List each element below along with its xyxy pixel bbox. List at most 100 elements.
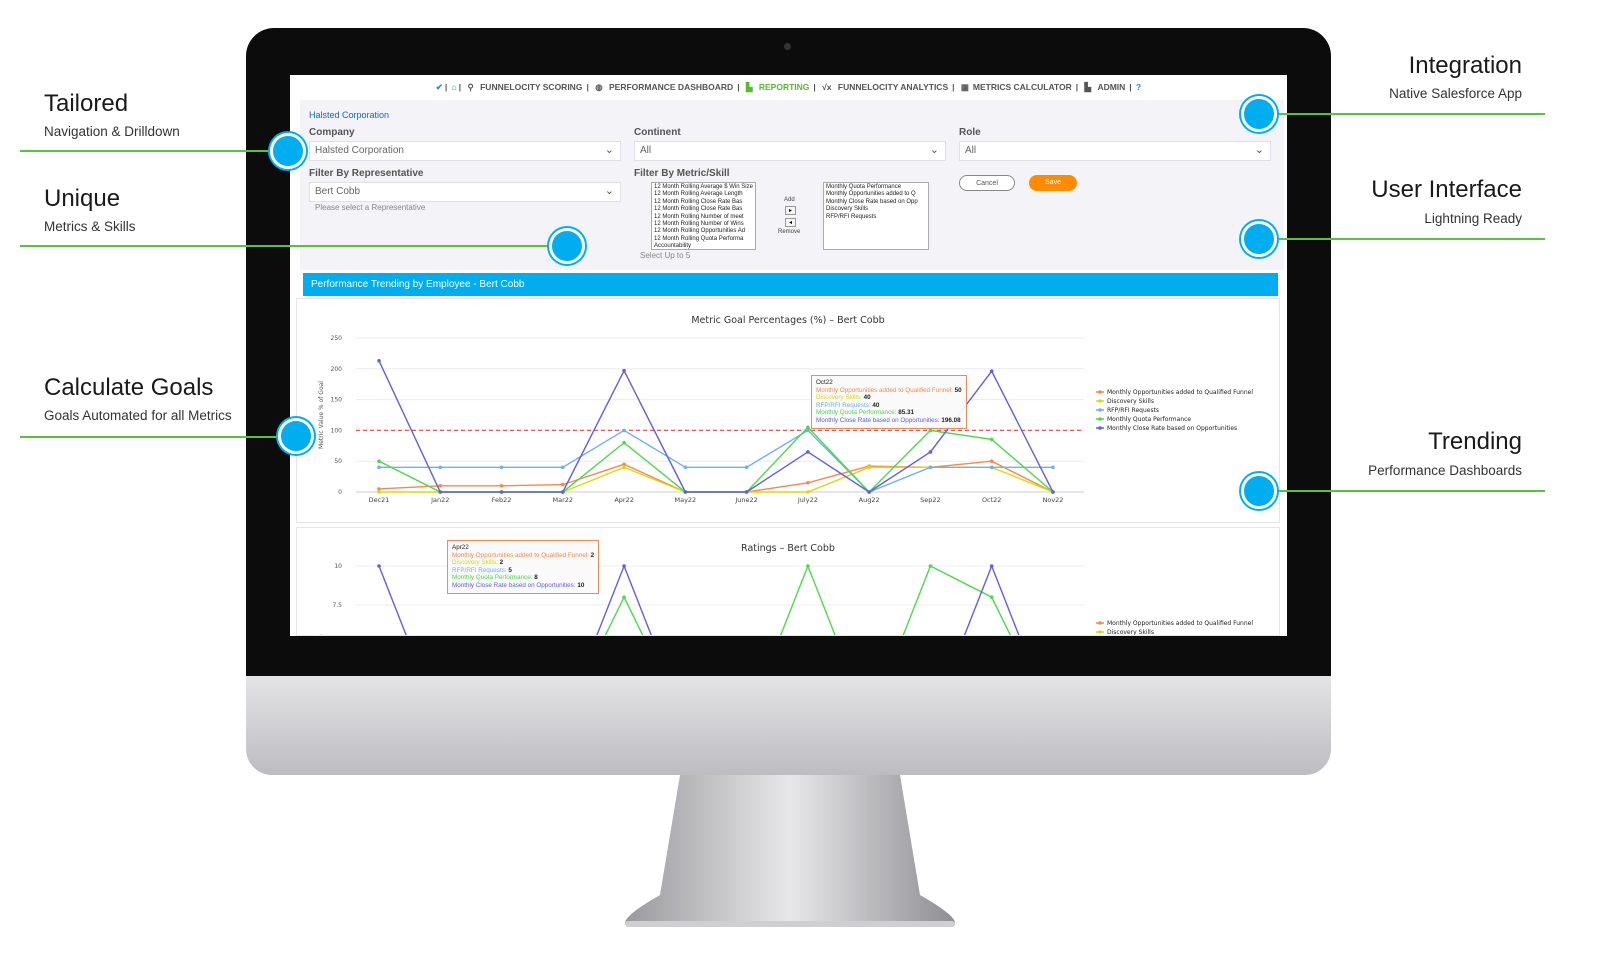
data-point [989, 437, 994, 442]
x-tick-label: Mar22 [553, 496, 574, 504]
data-point [499, 484, 504, 488]
continent-select[interactable]: All ⌄ [634, 141, 946, 161]
hotspot-marker[interactable] [549, 228, 585, 264]
data-point [377, 459, 381, 463]
company-select[interactable]: Halsted Corporation ⌄ [309, 141, 621, 161]
callout-subtitle: Performance Dashboards [1368, 463, 1522, 478]
nav-reporting[interactable]: ▙ REPORTING [744, 82, 811, 92]
tooltip-value: 2 [499, 559, 504, 567]
ratings-chart: Ratings – Bert Cobb7.510RatingDec21Jan22… [318, 543, 1253, 635]
breadcrumb[interactable]: Halsted Corporation [309, 110, 389, 120]
available-metrics-list[interactable]: 12 Month Rolling Average $ Win Size 12 Mo… [651, 182, 756, 250]
legend-label: Discovery Skills [1107, 398, 1154, 405]
x-tick-label: Sep22 [920, 496, 941, 504]
representative-select[interactable]: Bert Cobb ⌄ [309, 182, 621, 202]
section-header: Performance Trending by Employee - Bert … [303, 273, 1278, 296]
x-tick-label: Aug22 [859, 496, 880, 504]
nav-metrics-calculator[interactable]: ▦ METRICS CALCULATOR [959, 82, 1074, 92]
list-option[interactable]: 12 Month Rolling Average $ Win Size [654, 184, 753, 191]
tooltip-series: RFP/RFI Requests [452, 566, 505, 574]
bar-chart-icon: ▙ [1084, 82, 1092, 92]
list-option[interactable]: Monthly Quota Performance [826, 184, 926, 191]
dashboard-icon: ◍ [595, 82, 603, 92]
data-point [806, 564, 810, 568]
tooltip-series: Monthly Opportunities added to Qualified… [816, 386, 952, 394]
tooltip-series: Monthly Close Rate based on Opportunitie… [816, 416, 938, 424]
x-tick-label: Oct22 [982, 496, 1002, 504]
add-button[interactable]: ▸ [785, 206, 796, 215]
nav-funnelocity-scoring[interactable]: ⚲ FUNNELOCITY SCORING [466, 82, 585, 92]
tooltip-series: RFP/RFI Requests [816, 401, 869, 409]
chevron-down-icon: ⌄ [1254, 144, 1264, 156]
x-tick-label: Apr22 [614, 496, 634, 504]
representative-hint: Please select a Representative [315, 203, 426, 212]
legend-label: RFP/RFI Requests [1107, 407, 1159, 414]
data-point [1051, 465, 1055, 470]
list-option[interactable]: RFP/RFI Requests [826, 214, 926, 221]
list-option[interactable]: 12 Month Rolling Average Length [654, 191, 753, 198]
y-tick-label: 0 [338, 489, 342, 496]
hotspot-marker[interactable] [270, 133, 306, 169]
callout-subtitle: Lightning Ready [1424, 211, 1522, 226]
tooltip-series: Discovery Skills [816, 394, 861, 402]
tooltip-title: Apr22 [452, 544, 469, 551]
hotspot-marker[interactable] [278, 418, 314, 454]
help-icon[interactable]: ? [1136, 82, 1141, 92]
series-line [378, 426, 1054, 494]
tooltip-series: Discovery Skills [452, 559, 497, 567]
tooltip-value: 50 [954, 386, 962, 394]
list-option[interactable]: 12 Month Rolling Opportunities Ad [654, 228, 753, 235]
list-option[interactable]: 12 Month Rolling Number of Wins [654, 221, 753, 228]
cancel-button[interactable]: Cancel [959, 175, 1015, 191]
continent-label: Continent [634, 127, 681, 138]
tooltip-row: Monthly Quota Performance: 8 [452, 574, 538, 582]
legend-label: Monthly Opportunities added to Qualified… [1107, 389, 1253, 396]
series-line [378, 460, 1054, 493]
data-point [867, 465, 871, 470]
nav-funnelocity-analytics[interactable]: √x FUNNELOCITY ANALYTICS [820, 82, 950, 92]
selected-metrics-list[interactable]: Monthly Quota Performance Monthly Opportu… [823, 182, 929, 250]
callout-subtitle: Goals Automated for all Metrics [44, 408, 232, 423]
callout-line [20, 150, 270, 152]
callout-line [20, 245, 550, 247]
chart-title: Ratings – Bert Cobb [741, 543, 835, 554]
x-tick-label: Jan22 [430, 496, 449, 504]
legend-marker [1098, 417, 1102, 421]
monitor-chin [246, 676, 1331, 775]
hotspot-marker[interactable] [1241, 96, 1277, 132]
signal-icon: ⚲ [467, 82, 474, 92]
nav-performance-dashboard[interactable]: ◍ PERFORMANCE DASHBOARD [593, 82, 735, 92]
list-option[interactable]: Monthly Close Rate based on Opp [826, 199, 926, 206]
nav-admin[interactable]: ▙ ADMIN [1083, 82, 1128, 92]
list-option[interactable]: 12 Month Rolling Close Rate Bas [654, 206, 753, 213]
data-point [744, 490, 749, 494]
remove-button[interactable]: ◂ [785, 218, 796, 227]
x-tick-label: May22 [674, 496, 696, 504]
role-select[interactable]: All ⌄ [959, 141, 1271, 161]
list-option[interactable]: Accountability [654, 243, 753, 249]
hotspot-marker[interactable] [1241, 473, 1277, 509]
list-option[interactable]: 12 Month Rolling Close Rate Bas [654, 199, 753, 206]
data-point [377, 465, 381, 470]
x-tick-label: Feb22 [492, 496, 512, 504]
data-point [683, 465, 688, 470]
check-icon[interactable]: ✔ [436, 82, 443, 92]
bar-chart-icon: ▙ [745, 82, 753, 92]
tooltip-row: RFP/RFI Requests: 5 [452, 566, 512, 574]
hotspot-marker[interactable] [1241, 221, 1277, 257]
callout-subtitle: Navigation & Drilldown [44, 124, 180, 139]
save-button[interactable]: Save [1029, 175, 1077, 191]
legend-marker [1098, 390, 1102, 394]
sqrt-icon: √x [822, 82, 832, 92]
list-option[interactable]: 12 Month Rolling Number of meet [654, 214, 753, 221]
list-option[interactable]: Monthly Opportunities added to Q [826, 191, 926, 198]
list-option[interactable]: 12 Month Rolling Quota Performa [654, 236, 753, 243]
monitor-stand [625, 775, 955, 927]
tooltip-value: 10 [577, 581, 585, 589]
list-option[interactable]: Discovery Skills [826, 206, 926, 213]
home-icon[interactable]: ⌂ [452, 82, 457, 92]
top-nav: ✔ | ⌂ | ⚲ FUNNELOCITY SCORING | ◍ PERFORMAN… [435, 82, 1142, 92]
tooltip-value: 40 [863, 394, 871, 402]
calculator-icon: ▦ [960, 82, 969, 92]
data-point [438, 465, 443, 470]
